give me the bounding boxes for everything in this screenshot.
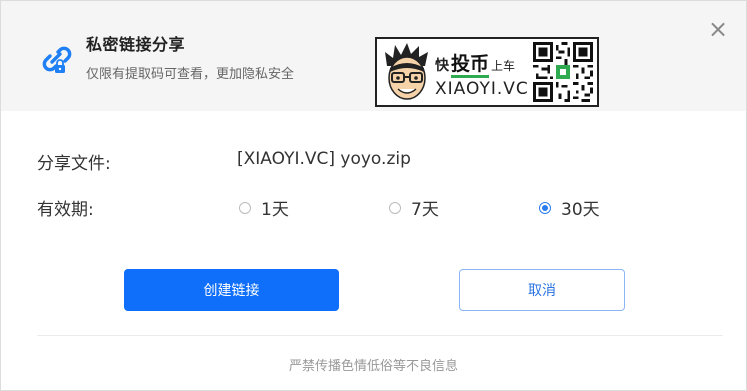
validity-option-1day[interactable]: 1天: [239, 195, 289, 220]
dialog-title: 私密链接分享: [86, 35, 186, 54]
banner-domain: XIAOYI.VC: [435, 79, 529, 99]
divider: [37, 335, 723, 336]
banner-slogan: 快投币 上车: [435, 49, 516, 78]
file-label: 分享文件:: [37, 154, 111, 174]
dialog-subtitle: 仅限有提取码可查看，更加隐私安全: [86, 67, 295, 82]
banner-slogan-part2: 投币: [451, 53, 490, 78]
cartoon-face-logo: [385, 43, 428, 100]
file-name: [XIAOYI.VC] yoyo.zip: [237, 149, 411, 169]
radio-icon: [239, 201, 251, 214]
share-link-dialog: 私密链接分享 仅限有提取码可查看，更加隐私安全 快投币上车 XIAOYI.VC: [0, 0, 747, 391]
dialog-header: 私密链接分享 仅限有提取码可查看，更加隐私安全 快投币上车 XIAOYI.VC: [1, 1, 746, 111]
close-icon[interactable]: ×: [708, 15, 728, 43]
validity-option-30days[interactable]: 30天: [539, 195, 600, 220]
link-lock-icon: [42, 46, 72, 73]
create-link-button[interactable]: 创建链接: [124, 269, 339, 311]
radio-selected-icon: [539, 201, 551, 214]
radio-icon: [389, 201, 401, 214]
validity-option-label: 1天: [261, 200, 289, 220]
validity-label: 有效期:: [37, 200, 94, 220]
watermark-banner: 快投币 上车 XIAOYI.VC: [375, 37, 599, 107]
validity-option-7days[interactable]: 7天: [389, 195, 439, 220]
footer-notice: 严禁传播色情低俗等不良信息: [288, 359, 458, 374]
cancel-button[interactable]: 取消: [459, 269, 625, 311]
validity-option-label: 30天: [561, 200, 600, 220]
qr-code-icon: [533, 42, 593, 102]
banner-slogan-part1: 快: [435, 58, 449, 74]
banner-slogan-part3: 上车: [491, 59, 516, 73]
validity-option-label: 7天: [411, 200, 439, 220]
